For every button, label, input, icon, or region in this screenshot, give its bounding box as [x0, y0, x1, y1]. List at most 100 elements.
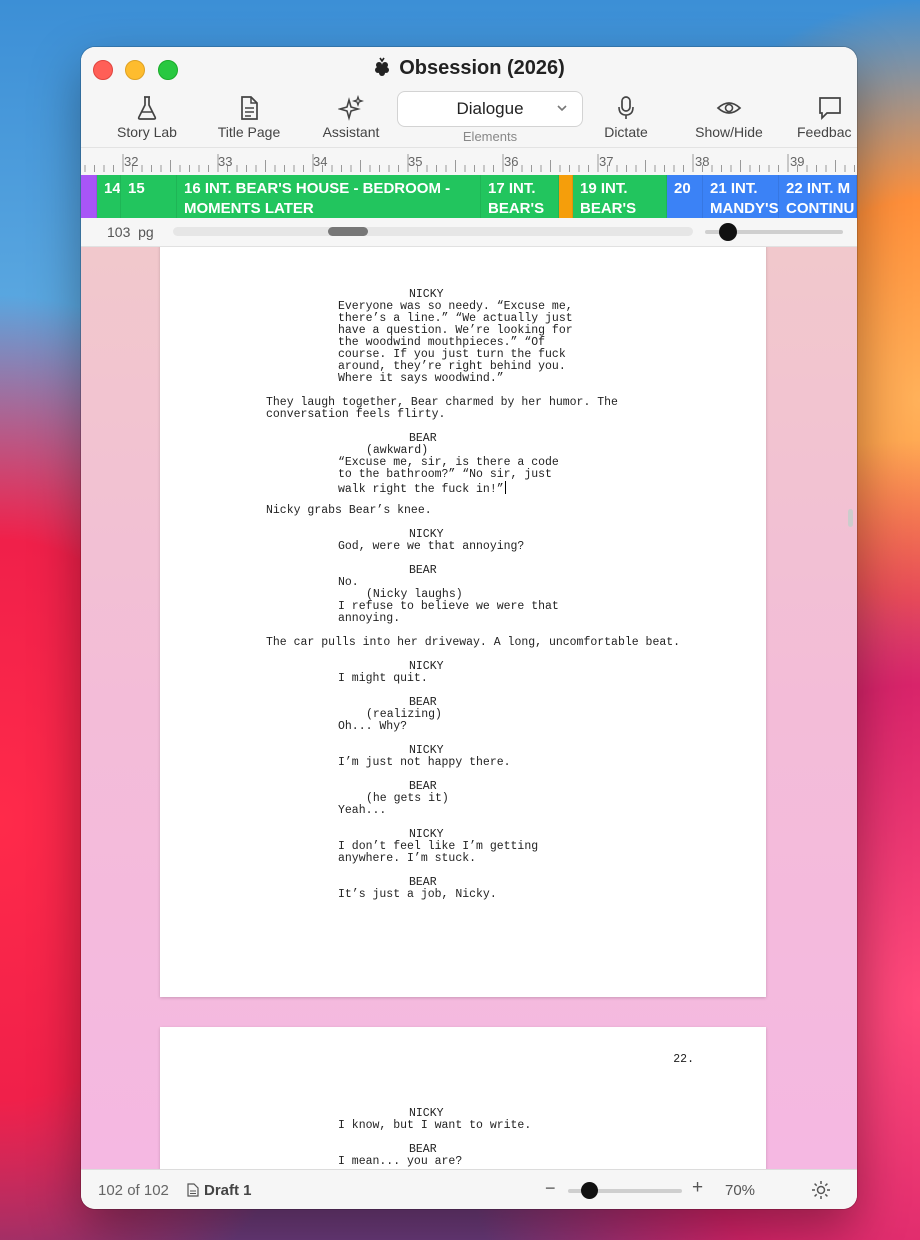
script-line-text: Where it says woodwind.” — [338, 372, 504, 385]
script-line-text: No. — [338, 576, 359, 589]
draft-name: Draft 1 — [204, 1182, 252, 1199]
draft-selector[interactable]: Draft 1 — [187, 1182, 252, 1199]
scene-navigator[interactable]: 14 15 16 INT. BEAR'S HOUSE - BEDROOM - MOM… — [81, 175, 857, 218]
script-line-text: Oh... Why? — [338, 720, 408, 733]
title-bar: Obsession (2026) Story Lab Title Page As… — [81, 47, 857, 218]
zoom-level: 70% — [725, 1182, 756, 1199]
dictate-label: Dictate — [604, 124, 648, 140]
app-window: Obsession (2026) Story Lab Title Page As… — [81, 47, 857, 1209]
ruler-tick-label: 33 — [218, 154, 232, 169]
action-line: Nicky grabs Bear’s knee. — [266, 505, 432, 517]
element-type-dropdown[interactable]: Dialogue — [397, 91, 583, 127]
document-icon — [241, 96, 258, 120]
microphone-icon — [618, 96, 634, 119]
script-line-text: I might quit. — [338, 672, 428, 685]
page-scroll-thumb[interactable] — [328, 227, 368, 236]
dialogue-line: Yeah... — [338, 805, 386, 817]
script-line-text: annoying. — [338, 612, 401, 625]
appearance-toggle[interactable] — [811, 1180, 831, 1204]
assistant-label: Assistant — [322, 124, 380, 140]
ruler-tick-label: 37 — [599, 154, 613, 169]
dialogue-line: I mean... you are? — [338, 1156, 462, 1168]
ruler-tick-label: 38 — [695, 154, 709, 169]
scene-block[interactable]: 17 INT. BEAR'S — [481, 175, 559, 218]
assistant-button[interactable]: Assistant — [317, 95, 385, 140]
script-line-text: conversation feels flirty. — [266, 408, 446, 421]
script-line-text: BEAR — [409, 564, 437, 577]
sun-icon — [812, 1181, 830, 1199]
scene-block[interactable]: 15 — [121, 175, 177, 218]
dialogue-line: God, were we that annoying? — [338, 541, 524, 553]
script-editor[interactable]: NICKY Everyone was so needy. “Excuse me, t… — [81, 247, 857, 1169]
script-line-text: walk right the fuck in!” — [338, 483, 504, 496]
speech-bubble-icon — [819, 97, 841, 121]
window-title-text: Obsession (2026) — [399, 57, 565, 79]
script-line-text: I mean... you are? — [338, 1155, 463, 1168]
scene-block[interactable]: 22 INT. M CONTINU — [779, 175, 857, 218]
scene-block[interactable]: 19 INT. BEAR'S — [573, 175, 667, 218]
dialogue-line: anywhere. I’m stuck. — [338, 853, 476, 865]
action-line: conversation feels flirty. — [266, 409, 445, 421]
script-line-text: The car pulls into her driveway. A long,… — [266, 636, 681, 649]
element-type-value: Dialogue — [456, 99, 524, 118]
document-icon — [187, 1183, 199, 1197]
zoom-out-button[interactable]: − — [545, 1178, 556, 1199]
script-line-text: It’s just a job, Nicky. — [338, 888, 497, 901]
feedback-label: Feedbac — [797, 124, 852, 140]
dialogue-line: Where it says woodwind.” — [338, 373, 504, 385]
story-lab-label: Story Lab — [117, 124, 177, 140]
status-bar: 102 of 102 Draft 1 − + 70% — [81, 1169, 857, 1209]
page-ruler[interactable]: 32 33 34 35 36 37 38 39 — [81, 147, 857, 175]
scene-block[interactable]: 20 — [667, 175, 703, 218]
scene-block[interactable] — [559, 175, 573, 218]
dialogue-line: I know, but I want to write. — [338, 1120, 531, 1132]
feedback-button[interactable]: Feedbac — [797, 95, 857, 140]
page-number: 22. — [673, 1053, 694, 1066]
dialogue-line: No. — [338, 577, 359, 589]
dialogue-line: It’s just a job, Nicky. — [338, 889, 497, 901]
dialogue-line: Oh... Why? — [338, 721, 407, 733]
script-line-text: to the bathroom?” “No sir, just — [338, 468, 552, 481]
window-title: Obsession (2026) — [81, 57, 857, 83]
script-line-text: Nicky grabs Bear’s knee. — [266, 504, 432, 517]
script-line-text: God, were we that annoying? — [338, 540, 525, 553]
dictate-button[interactable]: Dictate — [593, 95, 659, 140]
raspberry-icon — [373, 57, 391, 83]
sparkles-icon — [338, 95, 364, 121]
action-line: The car pulls into her driveway. A long,… — [266, 637, 680, 649]
flask-icon — [137, 96, 157, 120]
script-line-text: anywhere. I’m stuck. — [338, 852, 477, 865]
page-position: 102 of 102 — [98, 1182, 169, 1199]
vertical-scrollbar[interactable] — [848, 509, 853, 527]
navigator-zoom-knob[interactable] — [719, 223, 737, 241]
zoom-slider-knob[interactable] — [581, 1182, 598, 1199]
zoom-in-button[interactable]: + — [692, 1177, 703, 1199]
script-page[interactable]: 22. NICKY I know, but I want to write. BEA… — [160, 1027, 766, 1169]
ruler-tick-label: 36 — [504, 154, 518, 169]
character-name: BEAR — [409, 565, 437, 577]
title-page-label: Title Page — [217, 124, 281, 140]
scene-block[interactable]: 16 INT. BEAR'S HOUSE - BEDROOM - MOMENTS… — [177, 175, 481, 218]
title-page-button[interactable]: Title Page — [211, 95, 287, 140]
dialogue-line: annoying. — [338, 613, 400, 625]
scene-block[interactable]: 21 INT. MANDY'S — [703, 175, 779, 218]
show-hide-label: Show/Hide — [695, 124, 763, 140]
script-page[interactable]: NICKY Everyone was so needy. “Excuse me, t… — [160, 247, 766, 997]
dialogue-line: I might quit. — [338, 673, 428, 685]
eye-icon — [716, 102, 742, 114]
text-cursor — [504, 481, 507, 494]
page-navigator-bar: 103 pg — [81, 218, 857, 247]
ruler-tick-label: 35 — [408, 154, 422, 169]
page-count-number: 103 — [107, 224, 131, 240]
scene-block[interactable] — [81, 175, 97, 218]
ruler-tick-label: 34 — [313, 154, 327, 169]
show-hide-button[interactable]: Show/Hide — [687, 95, 771, 140]
ruler-ticks: 32 33 34 35 36 37 38 39 — [84, 154, 855, 172]
script-line-text: I know, but I want to write. — [338, 1119, 532, 1132]
elements-label: Elements — [462, 129, 518, 144]
scene-block[interactable]: 14 — [97, 175, 121, 218]
dialogue-line: walk right the fuck in!” — [338, 481, 507, 496]
story-lab-button[interactable]: Story Lab — [111, 95, 183, 140]
page-scroll-track[interactable] — [173, 227, 693, 236]
page-count: 103 pg — [107, 224, 154, 240]
